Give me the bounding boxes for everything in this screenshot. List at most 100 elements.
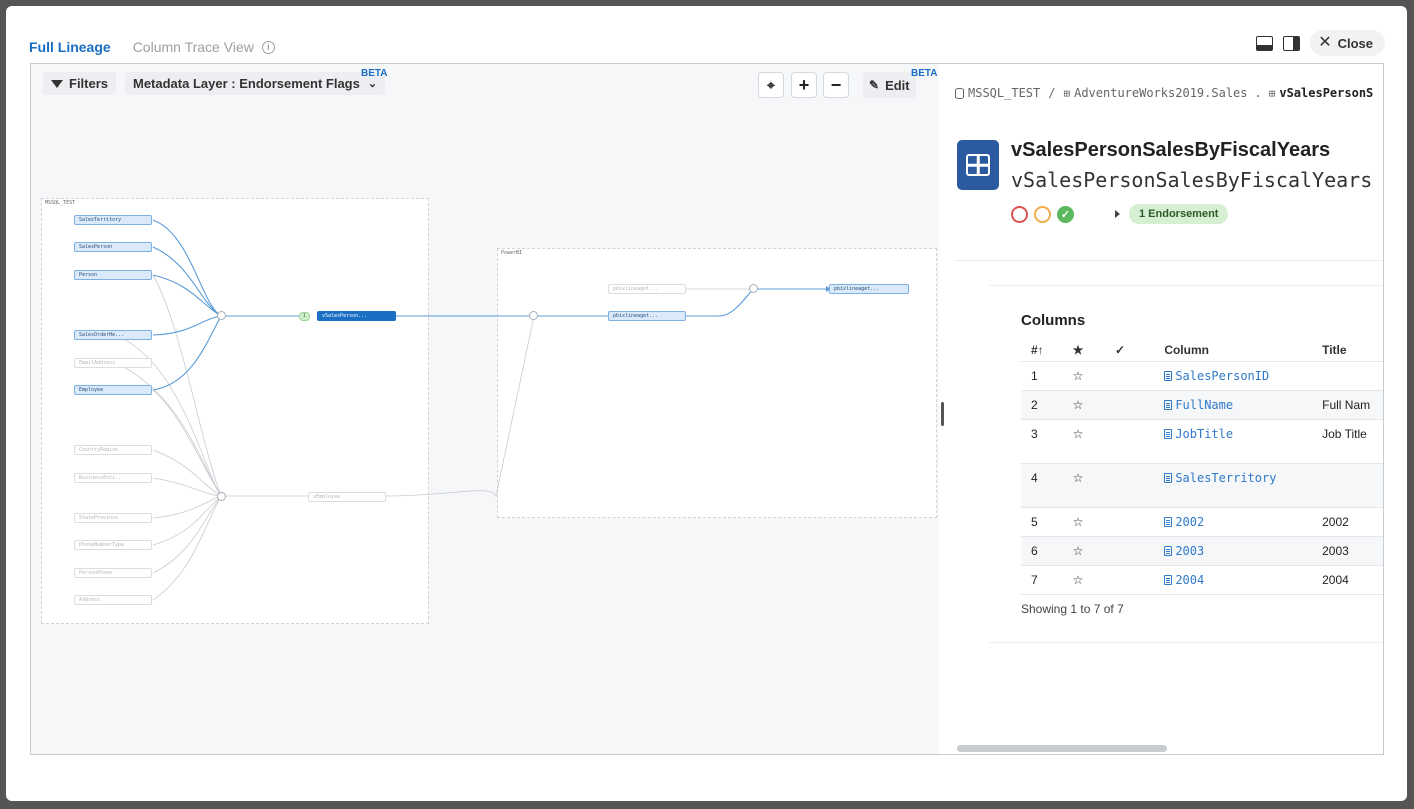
lineage-canvas[interactable]: Filters Metadata Layer : Endorsement Fla… [31,64,939,754]
caret-right-icon[interactable] [1115,210,1120,218]
column-header[interactable]: Column [1164,343,1322,357]
lineage-node[interactable]: SalesOrderHe... [74,330,152,340]
table-header: #↑ ★ ✓ Column Title [1021,338,1383,362]
table-row[interactable]: 5 ☆ 2002 2002 [1021,508,1383,537]
star-icon[interactable]: ☆ [1061,573,1115,587]
table-row[interactable]: 3 ☆ JobTitle Job Title [1021,420,1383,464]
view-tabs: Full Lineage Column Trace View i [29,34,275,60]
table-row[interactable]: 4 ☆ SalesTerritory [1021,464,1383,508]
row-number: 4 [1031,471,1038,485]
table-row[interactable]: 2 ☆ FullName Full Nam [1021,391,1383,420]
lineage-node[interactable]: CountryRegion [74,445,152,455]
selected-node[interactable]: vSalesPerson... [317,311,396,321]
lineage-node[interactable]: PersonPhone [74,568,152,578]
column-link[interactable]: 2003 [1164,544,1322,558]
column-link[interactable]: SalesPersonID [1164,369,1322,383]
column-link[interactable]: SalesTerritory [1164,471,1322,485]
column-icon [1164,575,1173,585]
column-name: 2003 [1175,544,1205,558]
info-icon[interactable]: i [261,40,275,54]
close-icon: ✕ [1318,34,1332,51]
column-link[interactable]: 2002 [1164,515,1322,529]
flag-deprecated-icon[interactable] [1011,206,1028,223]
entity-name: vSalesPersonSalesByFiscalYears [1011,168,1373,192]
table-row[interactable]: 7 ☆ 2004 2004 [1021,566,1383,595]
star-icon[interactable]: ☆ [1061,398,1115,412]
window-controls: ✕ Close [1256,30,1385,56]
star-header[interactable]: ★ [1061,343,1115,357]
column-icon [1164,517,1173,527]
schema-icon: ⊞ [1063,86,1071,100]
layout-side-panel-icon[interactable] [1283,35,1301,51]
column-icon [1164,371,1173,381]
star-icon[interactable]: ☆ [1061,369,1115,383]
tab-full-lineage[interactable]: Full Lineage [29,39,111,55]
lineage-node[interactable]: StateProvince [74,513,152,523]
lineage-modal: Full Lineage Column Trace View i ✕ Close… [6,6,1407,801]
breadcrumb-db[interactable]: MSSQL_TEST [968,86,1040,100]
column-name: 2002 [1175,515,1205,529]
star-icon[interactable]: ☆ [1061,471,1115,485]
table-row[interactable]: 6 ☆ 2003 2003 [1021,537,1383,566]
junction-node [217,311,226,320]
title-header[interactable]: Title [1322,343,1383,357]
column-title: Full Nam [1322,398,1371,412]
table-row[interactable]: 1 ☆ SalesPersonID [1021,362,1383,391]
lineage-node[interactable]: pbixlineaget... [829,284,909,294]
breadcrumb-sep: / [1048,86,1056,100]
endorsement-flags: ✓ [1011,206,1074,223]
close-button[interactable]: ✕ Close [1310,30,1385,56]
layout-bottom-panel-icon[interactable] [1256,35,1274,51]
endorsement-pill: 1 [299,312,310,321]
column-link[interactable]: FullName [1164,398,1322,412]
lineage-node[interactable]: Employee [74,385,152,395]
flag-endorsed-icon[interactable]: ✓ [1057,206,1074,223]
column-icon [1164,400,1173,410]
close-label: Close [1337,35,1373,51]
lineage-node[interactable]: vEmployee [308,492,386,502]
columns-heading: Columns [1021,312,1086,329]
star-icon[interactable]: ☆ [1061,515,1115,529]
column-link[interactable]: JobTitle [1164,427,1322,441]
lineage-node[interactable]: pbixlineaget... [608,284,686,294]
lineage-node[interactable]: PhoneNumberType [74,540,152,550]
sort-number-header[interactable]: #↑ [1021,343,1061,357]
junction-node [217,492,226,501]
flag-warning-icon[interactable] [1034,206,1051,223]
column-icon [1164,429,1173,439]
column-link[interactable]: 2004 [1164,573,1322,587]
lineage-node[interactable]: BusinessEnti... [74,473,152,483]
divider [989,285,1383,286]
column-name: SalesTerritory [1175,471,1277,485]
column-title: 2003 [1322,544,1349,558]
row-number: 2 [1031,398,1038,412]
junction-node [749,284,758,293]
column-title: Job Title [1322,427,1367,441]
tab-column-trace[interactable]: Column Trace View i [133,39,275,55]
row-number: 3 [1031,427,1038,441]
check-header[interactable]: ✓ [1115,343,1164,357]
horizontal-scrollbar[interactable] [957,745,1167,752]
lineage-node[interactable]: Address [74,595,152,605]
lineage-node[interactable]: SalesTerritory [74,215,152,225]
star-icon[interactable]: ☆ [1061,427,1115,441]
breadcrumb-schema[interactable]: AdventureWorks2019.Sales [1074,86,1247,100]
lineage-node[interactable]: EmailAddress [74,358,152,368]
column-title: 2004 [1322,573,1349,587]
panel-resize-handle[interactable] [941,402,944,426]
table-icon: ⊞ [1268,86,1276,100]
lineage-node[interactable]: pbixlineaget... [608,311,686,321]
column-name: 2004 [1175,573,1205,587]
row-number: 1 [1031,369,1038,383]
breadcrumb: MSSQL_TEST / ⊞ AdventureWorks2019.Sales … [955,86,1373,100]
lineage-node[interactable]: SalesPerson [74,242,152,252]
star-icon[interactable]: ☆ [1061,544,1115,558]
row-number: 6 [1031,544,1038,558]
endorsement-badge[interactable]: 1 Endorsement [1129,204,1229,224]
database-icon [955,87,964,99]
column-icon [1164,546,1173,556]
column-name: SalesPersonID [1175,369,1270,383]
lineage-edges [115,219,831,601]
lineage-node[interactable]: Person [74,270,152,280]
row-number: 5 [1031,515,1038,529]
